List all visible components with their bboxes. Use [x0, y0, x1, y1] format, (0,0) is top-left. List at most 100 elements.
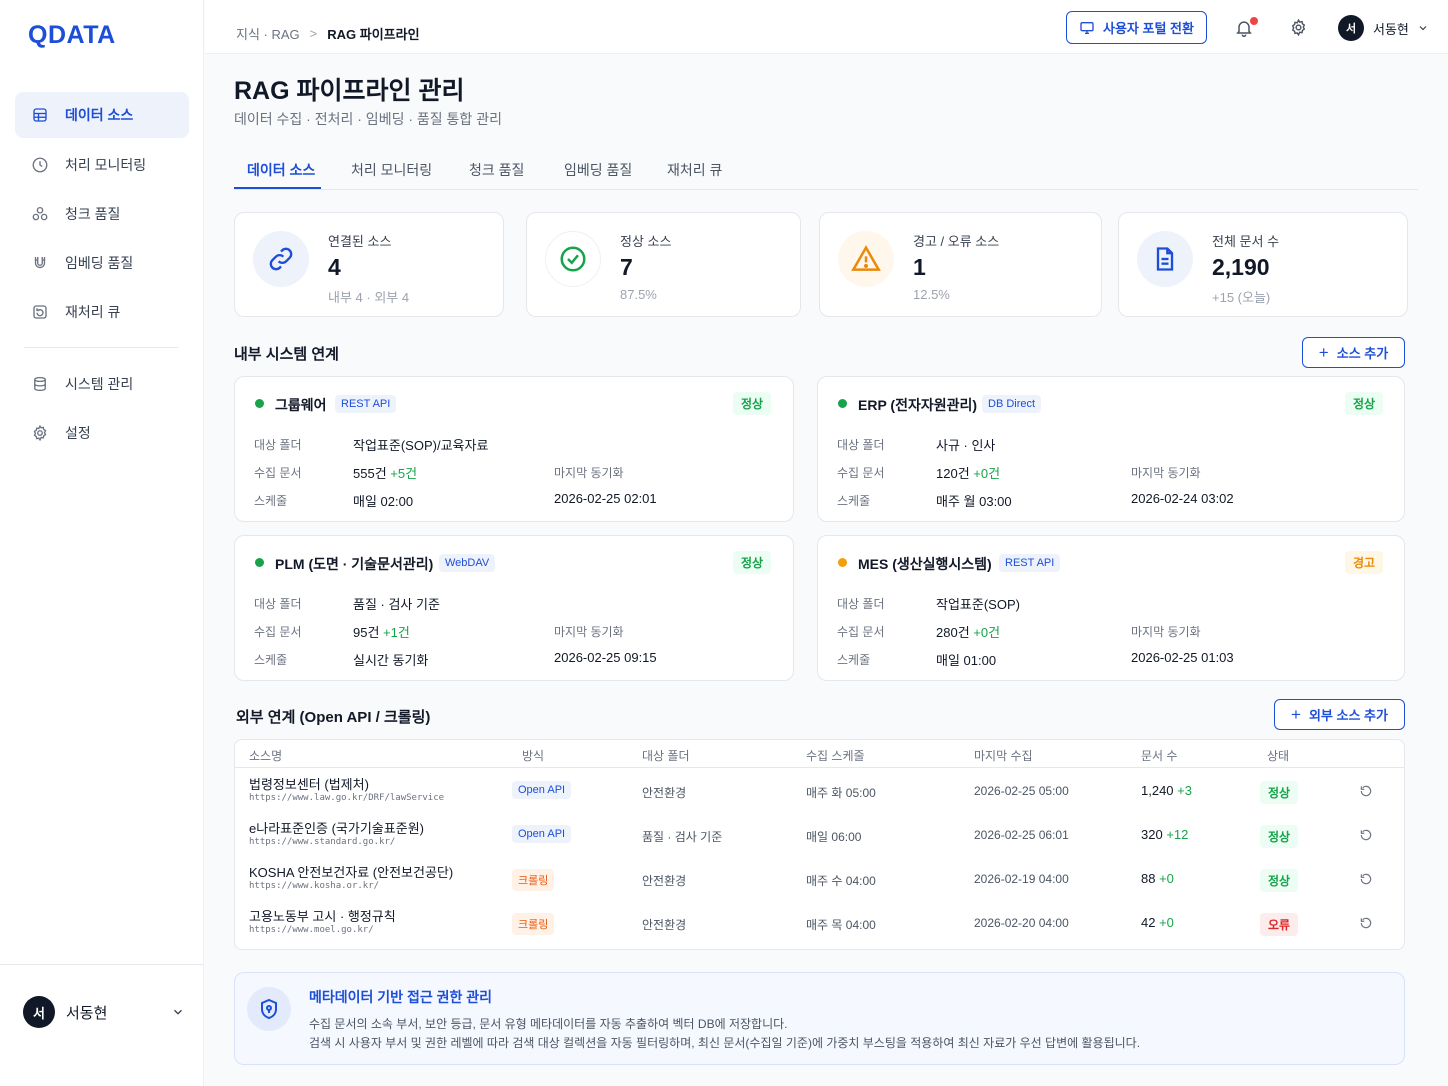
refresh-icon[interactable]	[1359, 872, 1373, 886]
gear-icon	[33, 424, 47, 442]
sidebar-item-settings[interactable]: 설정	[15, 410, 189, 456]
source-name: KOSHA 안전보건자료 (안전보건공단)	[249, 865, 454, 880]
stat-icon-bg	[545, 231, 601, 287]
refresh-icon[interactable]	[1359, 916, 1373, 930]
add-source-button[interactable]: + 소스 추가	[1302, 337, 1405, 368]
sidebar-item-label: 청크 품질	[65, 206, 121, 222]
user-name: 서동현	[1373, 21, 1409, 37]
sidebar-item-label: 재처리 큐	[65, 304, 121, 320]
page-subtitle: 데이터 수집 · 전처리 · 임베딩 · 품질 통합 관리	[234, 111, 502, 127]
breadcrumb-parent[interactable]: 지식 · RAG	[236, 24, 300, 43]
source-name: e나라표준인증 (국가기술표준원)	[249, 821, 424, 836]
active-tab-indicator	[234, 187, 321, 189]
field-label: 마지막 동기화	[554, 466, 624, 480]
status-dot	[255, 558, 264, 567]
schedule-cell: 매주 목 04:00	[806, 918, 876, 932]
folder-value: 사규 · 인사	[936, 438, 996, 453]
sidebar-item-embedding-quality[interactable]: 임베딩 품질	[15, 240, 189, 286]
add-source-label: 소스 추가	[1336, 346, 1389, 361]
field-label: 수집 문서	[837, 625, 885, 639]
portal-switch-button[interactable]: 사용자 포털 전환	[1066, 11, 1207, 44]
stat-sub: 내부 4 · 외부 4	[328, 290, 410, 305]
refresh-icon[interactable]	[1359, 828, 1373, 842]
source-name: 고용노동부 고시 · 행정규칙	[249, 909, 396, 924]
tab-bar: 데이터 소스 처리 모니터링 청크 품질 임베딩 품질 재처리 큐	[234, 150, 1418, 190]
doc-count: 1,240	[1141, 783, 1174, 798]
tab-embedding-quality[interactable]: 임베딩 품질	[564, 160, 632, 180]
field-label: 스케줄	[254, 494, 288, 508]
field-label: 대상 폴더	[837, 438, 885, 452]
schedule-cell: 매주 수 04:00	[806, 874, 876, 888]
sidebar-item-label: 시스템 관리	[65, 376, 134, 392]
method-tag: 크롤링	[512, 869, 555, 891]
docs-value: 120건 +0건	[936, 463, 1000, 482]
status-dot	[255, 399, 264, 408]
docs-count: 280건	[936, 625, 970, 640]
last-collected-cell: 2026-02-25 05:00	[974, 784, 1069, 798]
source-card-mes[interactable]: MES (생산실행시스템) REST API 경고 대상 폴더 작업표준(SOP…	[817, 535, 1405, 681]
status-badge: 정상	[733, 392, 772, 415]
schedule-value: 실시간 동기화	[353, 653, 429, 668]
folder-cell: 안전환경	[642, 874, 687, 888]
column-header: 마지막 수집	[974, 749, 1033, 763]
column-header: 방식	[522, 749, 545, 763]
sidebar-item-label: 임베딩 품질	[65, 255, 134, 271]
field-label: 수집 문서	[254, 625, 302, 639]
sidebar-item-monitoring[interactable]: 처리 모니터링	[15, 142, 189, 188]
add-external-source-button[interactable]: + 외부 소스 추가	[1274, 699, 1405, 730]
last-collected-cell: 2026-02-19 04:00	[974, 872, 1069, 886]
status-badge: 정상	[1260, 781, 1299, 804]
last-sync-value: 2026-02-25 09:15	[554, 650, 657, 665]
top-user-menu[interactable]: 서 서동현	[1338, 15, 1429, 41]
access-control-info-box: 메타데이터 기반 접근 권한 관리 수집 문서의 소속 부서, 보안 등급, 문…	[234, 972, 1405, 1065]
sidebar-item-reprocess-queue[interactable]: 재처리 큐	[15, 289, 189, 335]
source-card-erp[interactable]: ERP (전자자원관리) DB Direct 정상 대상 폴더 사규 · 인사 …	[817, 376, 1405, 522]
field-label: 스케줄	[837, 494, 871, 508]
source-card-plm[interactable]: PLM (도면 · 기술문서관리) WebDAV 정상 대상 폴더 품질 · 검…	[234, 535, 794, 681]
doc-delta: +3	[1177, 783, 1192, 798]
doc-count-cell: 88 +0	[1141, 871, 1174, 886]
field-label: 대상 폴더	[254, 438, 302, 452]
source-url: https://www.law.go.kr/DRF/lawService	[249, 793, 445, 803]
tab-data-source[interactable]: 데이터 소스	[247, 160, 315, 180]
stat-sub: +15 (오늘)	[1212, 290, 1271, 305]
source-name: 법령정보센터 (법제처)	[249, 777, 369, 792]
info-title: 메타데이터 기반 접근 권한 관리	[309, 989, 492, 1005]
folder-cell: 안전환경	[642, 918, 687, 932]
source-card-groupware[interactable]: 그룹웨어 REST API 정상 대상 폴더 작업표준(SOP)/교육자료 수집…	[234, 376, 794, 522]
last-collected-cell: 2026-02-20 04:00	[974, 916, 1069, 930]
status-badge: 오류	[1260, 913, 1299, 936]
field-label: 스케줄	[254, 653, 288, 667]
sidebar-item-chunk-quality[interactable]: 청크 품질	[15, 191, 189, 237]
doc-delta: +12	[1166, 827, 1189, 842]
docs-delta: +1건	[383, 625, 410, 640]
column-header: 상태	[1267, 749, 1290, 763]
stat-sub: 12.5%	[913, 287, 950, 302]
sidebar-user-menu[interactable]: 서 서동현	[23, 996, 185, 1028]
source-url: https://www.standard.go.kr/	[249, 837, 396, 847]
stat-label: 연결된 소스	[328, 234, 392, 249]
tab-reprocess-queue[interactable]: 재처리 큐	[667, 160, 722, 180]
stat-icon-bg	[838, 231, 894, 287]
gear-icon[interactable]	[1289, 18, 1308, 37]
internal-section-title: 내부 시스템 연계	[234, 346, 339, 363]
database-icon	[33, 108, 47, 122]
sidebar-item-data-source[interactable]: 데이터 소스	[15, 92, 189, 138]
tab-chunk-quality[interactable]: 청크 품질	[469, 160, 524, 180]
table-row: 법령정보센터 (법제처) https://www.law.go.kr/DRF/l…	[235, 768, 1404, 812]
sidebar-item-system[interactable]: 시스템 관리	[15, 361, 189, 407]
source-name: ERP (전자자원관리)	[858, 397, 978, 413]
refresh-icon[interactable]	[1359, 784, 1373, 798]
info-line: 수집 문서의 소속 부서, 보안 등급, 문서 유형 메타데이터를 자동 추출하…	[309, 1017, 788, 1031]
tab-monitoring[interactable]: 처리 모니터링	[351, 160, 432, 180]
brand-logo[interactable]: QDATA	[28, 21, 116, 50]
clock-icon	[32, 157, 48, 173]
stat-label: 정상 소스	[620, 234, 672, 249]
schedule-cell: 매주 화 05:00	[806, 786, 876, 800]
method-tag: Open API	[512, 781, 572, 799]
doc-count-cell: 320 +12	[1141, 827, 1188, 842]
doc-count-cell: 42 +0	[1141, 915, 1174, 930]
method-tag: WebDAV	[439, 554, 496, 572]
docs-value: 95건 +1건	[353, 622, 410, 641]
column-header: 문서 수	[1141, 749, 1178, 763]
